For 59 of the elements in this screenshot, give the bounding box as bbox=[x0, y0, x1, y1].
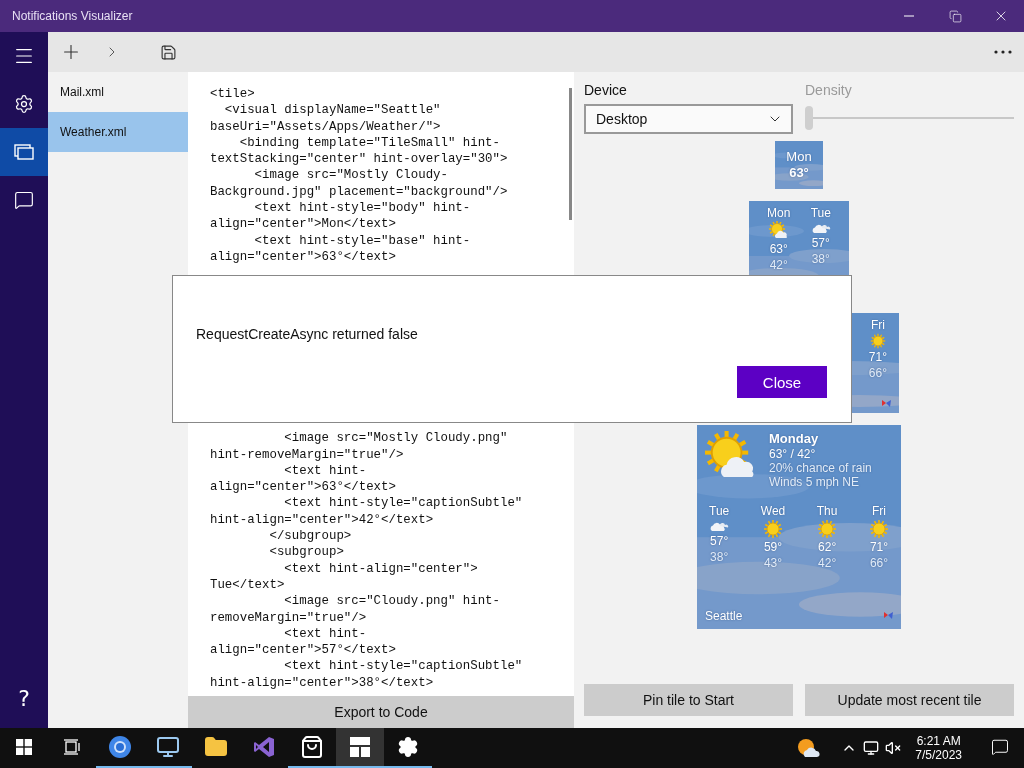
day-label: Fri bbox=[870, 318, 885, 333]
low-temperature: 43° bbox=[763, 555, 783, 570]
code-line: Background.jpg" placement="background"/> bbox=[210, 183, 508, 201]
low-temperature: 42° bbox=[818, 555, 837, 570]
code-line: hint-align="center">42°</text> bbox=[210, 511, 434, 529]
high-temperature: 57° bbox=[811, 236, 830, 251]
code-line: <text hint-style="base" hint- bbox=[253, 232, 471, 249]
day-label: Tue bbox=[810, 206, 831, 221]
temperature-range: 63° / 42° bbox=[769, 446, 817, 461]
code-line: <subgroup> bbox=[268, 544, 344, 561]
code-line: removeMargin="true"/> bbox=[210, 609, 367, 626]
code-line: align="center">57°</text> bbox=[210, 642, 396, 659]
code-line: </subgroup> bbox=[268, 528, 352, 545]
low-temperature: 66° bbox=[868, 365, 887, 381]
code-line: <binding template="TileSmall" hint- bbox=[238, 134, 500, 152]
code-line: <text hint-style="captionSubtle" bbox=[283, 495, 523, 512]
code-line: hint-removeMargin="true"/> bbox=[210, 446, 404, 463]
code-line: <tile> bbox=[210, 86, 255, 103]
device-label: Device bbox=[584, 82, 627, 98]
high-temperature: 59° bbox=[763, 540, 783, 555]
code-line: <image src="Mostly Cloudy- bbox=[253, 167, 448, 184]
high-temperature: 71° bbox=[869, 540, 889, 555]
code-line: textStacking="center" hint-overlay="30"> bbox=[210, 151, 508, 168]
day-label: Tue bbox=[709, 503, 730, 519]
day-label: Wed bbox=[760, 503, 786, 519]
day-label: Thu bbox=[816, 503, 838, 519]
temperature: 63° bbox=[789, 165, 809, 181]
low-temperature: 38° bbox=[811, 251, 830, 267]
code-line: align="center">Mon</text> bbox=[210, 216, 396, 233]
window-title: Notifications Visualizer bbox=[11, 9, 134, 23]
high-temperature: 62° bbox=[818, 540, 837, 555]
code-line: <text hint- bbox=[283, 462, 367, 480]
low-temperature: 38° bbox=[710, 549, 729, 564]
day-label: Mon bbox=[786, 149, 812, 165]
day-label: Fri bbox=[872, 503, 886, 519]
high-temperature: 57° bbox=[710, 534, 729, 549]
high-temperature: 71° bbox=[868, 350, 887, 365]
code-line: <image src="Mostly Cloudy.png" bbox=[283, 430, 508, 447]
low-temperature: 66° bbox=[869, 555, 889, 570]
code-line: <text hint- bbox=[283, 625, 367, 643]
high-temperature: 63° bbox=[769, 242, 788, 257]
code-line: <visual displayName="Seattle" bbox=[223, 102, 441, 119]
code-line: hint-align="center">38°</text> bbox=[210, 674, 434, 691]
low-temperature: 42° bbox=[769, 257, 788, 273]
dialog-message: RequestCreateAsync returned false bbox=[196, 326, 418, 342]
day-title: Monday bbox=[769, 431, 820, 447]
code-line: <image src="Cloudy.png" hint- bbox=[283, 593, 500, 610]
day-label: Mon bbox=[767, 206, 791, 221]
code-line: align="center">63°</text> bbox=[210, 479, 396, 496]
code-line: baseUri="Assets/Apps/Weather/"> bbox=[210, 118, 441, 135]
forecast-detail: Winds 5 mph NE bbox=[769, 475, 861, 490]
code-line: <text hint-align="center"> bbox=[283, 560, 478, 577]
density-label: Density bbox=[805, 82, 852, 98]
code-line: Tue</text> bbox=[210, 576, 285, 594]
code-line: <text hint-style="body" hint- bbox=[253, 200, 471, 217]
code-line: align="center">63°</text> bbox=[210, 248, 396, 266]
forecast-detail: 20% chance of rain bbox=[769, 461, 872, 476]
code-line: <text hint-style="captionSubtle" bbox=[283, 658, 523, 675]
location-name: Seattle bbox=[705, 608, 743, 623]
